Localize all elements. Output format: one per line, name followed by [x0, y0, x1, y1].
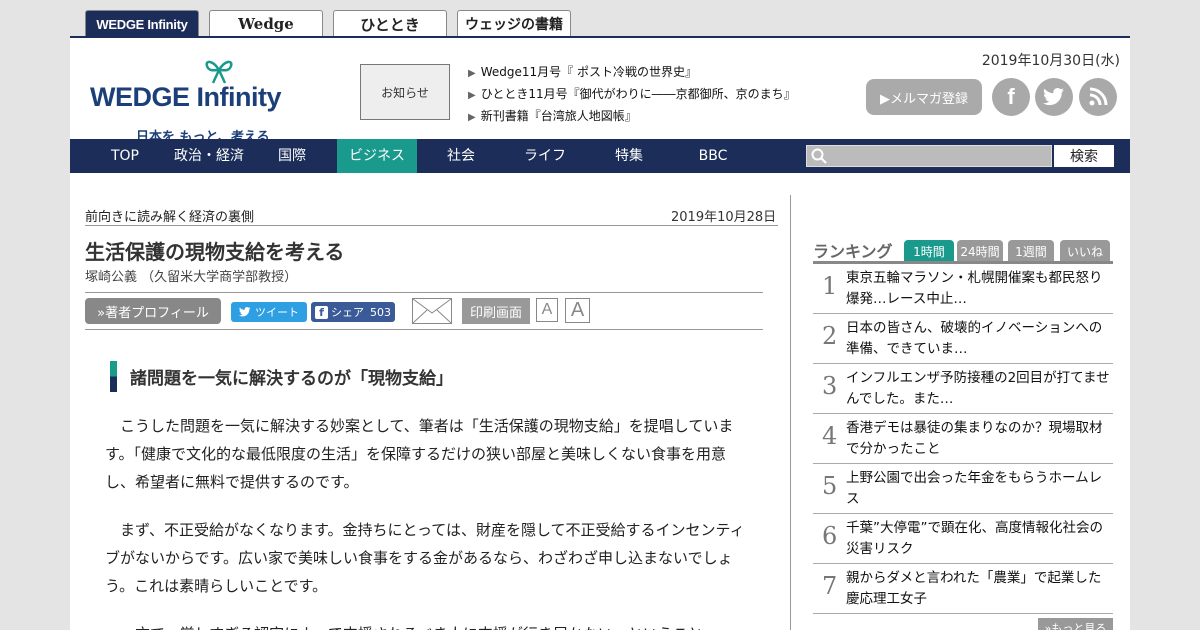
news-item[interactable]: ▶ 新刊書籍『台湾旅人地図帳』 — [468, 106, 796, 128]
article-subheading: 諸問題を一気に解決するのが「現物支給」 — [110, 361, 453, 392]
mail-icon[interactable] — [412, 298, 452, 324]
series-name[interactable]: 前向きに読み解く経済の裏側 — [85, 206, 254, 225]
divider — [85, 329, 763, 330]
ranking-item[interactable]: 7 親からダメと言われた「農業」で起業した慶応理工女子 — [813, 564, 1113, 614]
nav-life[interactable]: ライフ — [516, 139, 574, 173]
article-date: 2019年10月28日 — [671, 210, 777, 225]
nav-top[interactable]: TOP — [100, 139, 150, 173]
ranking-tab-1h[interactable]: 1時間 — [904, 240, 954, 262]
search-button[interactable]: 検索 — [1054, 145, 1114, 167]
ranking-title: ランキング — [813, 242, 893, 261]
twitter-icon — [239, 307, 251, 317]
nav-international[interactable]: 国際 — [266, 139, 318, 173]
page: WEDGE Infinity 日本を もっと、考える お知らせ ▶ Wedge11… — [70, 36, 1130, 630]
tweet-label: ツイート — [255, 306, 299, 319]
article-paragraph: 一方で、厳しすぎる認定によって支援されるべき人に支援が行き届かない、ということ — [105, 620, 745, 630]
twitter-bird-icon — [1043, 88, 1064, 106]
ranking-item[interactable]: 2 日本の皆さん、破壊的イノベーションへの準備、できていま… — [813, 314, 1113, 364]
subheading-bar — [110, 361, 117, 392]
ranking-item[interactable]: 3 インフルエンザ予防接種の2回目が打てませんでした。また… — [813, 364, 1113, 414]
font-small-button[interactable]: A — [536, 298, 558, 322]
nav-feature[interactable]: 特集 — [602, 139, 656, 173]
search-icon — [811, 148, 827, 164]
nav-business[interactable]: ビジネス — [337, 139, 417, 173]
rss-feed-icon — [1089, 87, 1108, 106]
site-logo[interactable]: WEDGE Infinity 日本を もっと、考える — [90, 56, 320, 145]
nav-politics-economy[interactable]: 政治・経済 — [166, 139, 252, 173]
ranking-item[interactable]: 4 香港デモは暴徒の集まりなのか？現場取材で分かったこと — [813, 414, 1113, 464]
ranking-item[interactable]: 5 上野公園で出会った年金をもらうホームレス — [813, 464, 1113, 514]
site-tab-wedge[interactable]: Wedge — [209, 10, 323, 37]
nav-society[interactable]: 社会 — [436, 139, 486, 173]
ranking-tab-24h[interactable]: 24時間 — [957, 240, 1003, 262]
divider — [85, 292, 763, 293]
ranking-item[interactable]: 6 千葉”大停電”で顕在化、高度情報化社会の災害リスク — [813, 514, 1113, 564]
nav-bbc[interactable]: BBC — [690, 139, 736, 173]
logo-text: WEDGE Infinity — [90, 82, 282, 112]
share-label: シェア — [331, 306, 364, 319]
news-item[interactable]: ▶ Wedge11月号『 ポスト冷戦の世界史』 — [468, 62, 796, 84]
facebook-share-button[interactable]: f シェア 503 — [311, 302, 395, 322]
current-date: 2019年10月30日(水) — [981, 53, 1120, 69]
twitter-icon[interactable] — [1035, 78, 1073, 116]
article-author: 塚崎公義 （久留米大学商学部教授） — [85, 270, 298, 285]
site-tabs: WEDGE Infinity Wedge ひととき ウェッジの書籍 — [85, 10, 571, 37]
rss-icon[interactable] — [1079, 78, 1117, 116]
article-paragraph: まず、不正受給がなくなります。金持ちにとっては、財産を隠して不正受給するインセン… — [105, 521, 745, 595]
triangle-right-icon: ▶ — [468, 68, 476, 79]
news-item[interactable]: ▶ ひととき11月号『御代がわりに――京都御所、京のまち』 — [468, 84, 796, 106]
facebook-icon[interactable]: f — [992, 78, 1030, 116]
triangle-right-icon: ▶ — [468, 112, 476, 123]
site-tab-books[interactable]: ウェッジの書籍 — [457, 10, 571, 37]
triangle-right-icon: ▶ — [468, 90, 476, 101]
author-profile-button[interactable]: »著者プロフィール — [85, 298, 221, 324]
article-title: 生活保護の現物支給を考える — [85, 240, 345, 264]
infinity-knot-icon — [205, 60, 233, 84]
mailmag-button[interactable]: ▶メルマガ登録 — [866, 79, 982, 115]
ranking-tab-1w[interactable]: 1週間 — [1008, 240, 1054, 262]
share-count: 503 — [370, 305, 391, 319]
site-tab-hitotoki[interactable]: ひととき — [333, 10, 447, 37]
ranking-tab-likes[interactable]: いいね — [1060, 240, 1110, 262]
tweet-button[interactable]: ツイート — [231, 302, 307, 322]
ranking-item[interactable]: 1 東京五輪マラソン・札幌開催案も都民怒り爆発…レース中止… — [813, 264, 1113, 314]
notice-box[interactable]: お知らせ — [360, 64, 450, 120]
site-tab-wedge-infinity[interactable]: WEDGE Infinity — [85, 10, 199, 37]
main-nav: TOP 政治・経済 国際 ビジネス 社会 ライフ 特集 BBC 検索 — [70, 139, 1130, 173]
ranking-more-button[interactable]: »もっと見る — [1038, 618, 1113, 630]
column-divider — [790, 195, 791, 630]
facebook-icon: f — [315, 305, 328, 319]
divider — [85, 225, 778, 226]
news-list: ▶ Wedge11月号『 ポスト冷戦の世界史』 ▶ ひととき11月号『御代がわりに―… — [468, 62, 796, 128]
print-button[interactable]: 印刷画面 — [462, 298, 530, 324]
article-paragraph: こうした問題を一気に解決する妙案として、筆者は「生活保護の現物支給」を提唱してい… — [105, 417, 734, 491]
font-large-button[interactable]: A — [565, 298, 590, 323]
search-input[interactable] — [806, 145, 1052, 167]
